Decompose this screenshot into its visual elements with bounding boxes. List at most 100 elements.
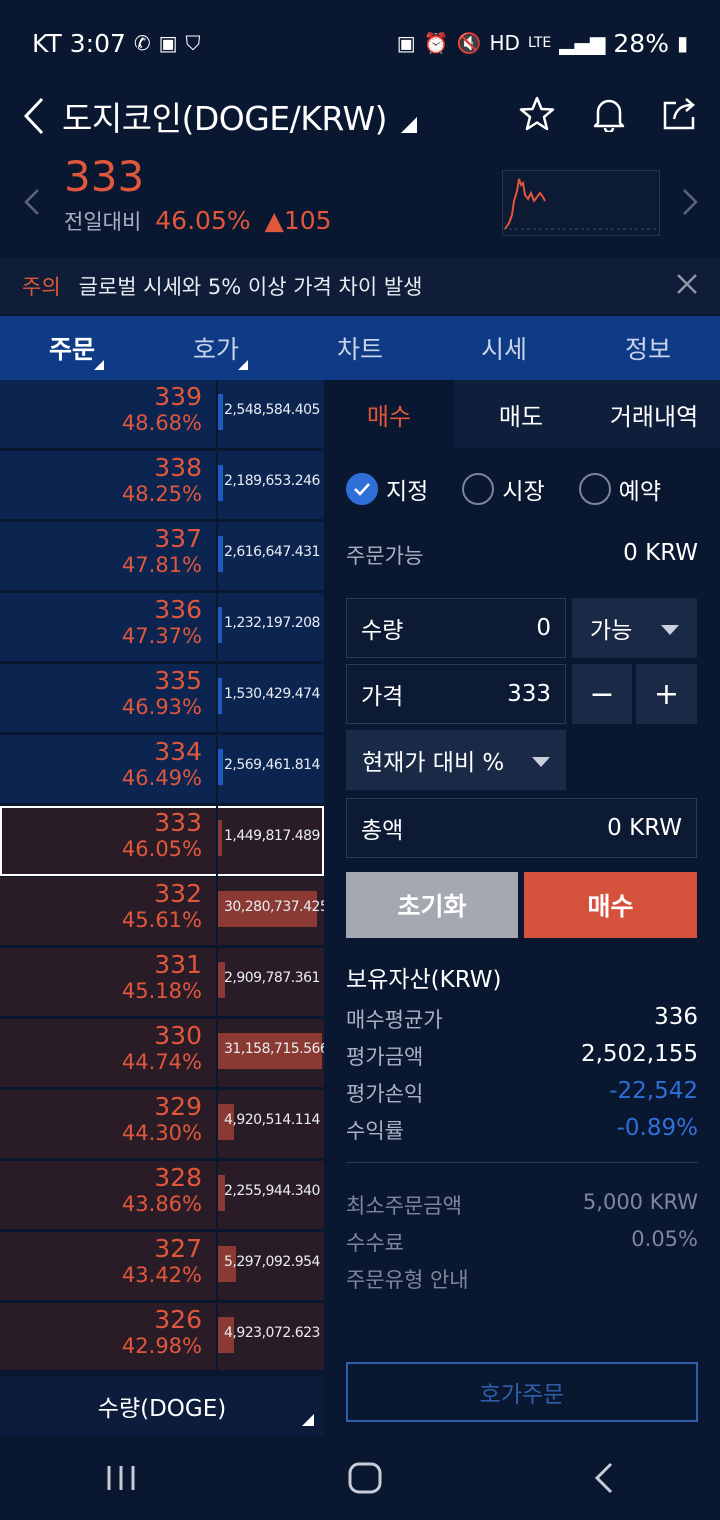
orderbook-qty-cell[interactable]: 4,920,514.114 bbox=[216, 1090, 324, 1160]
orderbook-price-cell[interactable]: 329 44.30% bbox=[0, 1090, 214, 1160]
quantity-unit-selector[interactable]: 수량(DOGE) bbox=[0, 1376, 324, 1436]
alarm-icon: ⏰ bbox=[423, 31, 449, 55]
orderbook-price-cell[interactable]: 338 48.25% bbox=[0, 451, 214, 521]
orderbook-price-cell[interactable]: 330 44.74% bbox=[0, 1019, 214, 1089]
orderbook-price-cell[interactable]: 327 43.42% bbox=[0, 1232, 214, 1302]
orderbook-row[interactable]: 330 44.74% 31,158,715.566 bbox=[0, 1019, 324, 1089]
orderbook-price-cell[interactable]: 326 42.98% bbox=[0, 1303, 214, 1370]
title-dropdown-icon[interactable] bbox=[400, 117, 417, 133]
orderbook-qty-cell[interactable]: 4,923,072.623 bbox=[216, 1303, 324, 1370]
eval-pl-row: 평가손익 -22,542 bbox=[346, 1078, 698, 1108]
orderbook-price-cell[interactable]: 333 46.05% bbox=[0, 806, 214, 876]
price-field[interactable]: 가격 333 bbox=[346, 664, 566, 724]
orderbook-price-cell[interactable]: 336 47.37% bbox=[0, 593, 214, 663]
price-minus-button[interactable]: − bbox=[572, 664, 632, 724]
orderbook-qty-cell[interactable]: 2,909,787.361 bbox=[216, 948, 324, 1018]
orderbook-row[interactable]: 328 43.86% 2,255,944.340 bbox=[0, 1161, 324, 1231]
fee-value: 0.05% bbox=[631, 1227, 698, 1251]
hoga-order-button[interactable]: 호가주문 bbox=[346, 1362, 698, 1422]
orderbook-row[interactable]: 331 45.18% 2,909,787.361 bbox=[0, 948, 324, 1018]
price-summary: 333 전일대비 46.05% ▲105 bbox=[0, 150, 720, 250]
orderbook-price-cell[interactable]: 335 46.93% bbox=[0, 664, 214, 734]
orderbook-qty-cell[interactable]: 5,297,092.954 bbox=[216, 1232, 324, 1302]
orderbook-price-cell[interactable]: 334 46.49% bbox=[0, 735, 214, 805]
tab-chart[interactable]: 차트 bbox=[288, 316, 432, 380]
orderbook-price-cell[interactable]: 337 47.81% bbox=[0, 522, 214, 592]
tab-orderbook[interactable]: 호가 bbox=[144, 316, 288, 380]
order-side-tabs: 매수 매도 거래내역 bbox=[324, 380, 720, 448]
price-plus-button[interactable]: + bbox=[636, 664, 697, 724]
holdings-title: 보유자산(KRW) bbox=[346, 967, 502, 993]
orderbook-price-cell[interactable]: 331 45.18% bbox=[0, 948, 214, 1018]
orderbook-qty: 1,232,197.208 bbox=[224, 615, 320, 631]
main-tabs: 주문 호가 차트 시세 정보 bbox=[0, 316, 720, 380]
buy-button[interactable]: 매수 bbox=[524, 872, 697, 938]
back-arrow-icon[interactable] bbox=[22, 96, 52, 136]
percent-select[interactable]: 현재가 대비 % bbox=[346, 730, 566, 790]
orderbook-row[interactable]: 337 47.81% 2,616,647.431 bbox=[0, 522, 324, 592]
order-book: 339 48.68% 2,548,584.405 338 48.25% 2,189,653… bbox=[0, 380, 324, 1370]
app-header: 도지코인(DOGE/KRW) bbox=[0, 86, 720, 146]
coin-title[interactable]: 도지코인(DOGE/KRW) bbox=[62, 92, 387, 140]
divider bbox=[346, 1162, 698, 1163]
orderbook-qty-cell[interactable]: 31,158,715.566 bbox=[216, 1019, 324, 1089]
order-type-guide-link[interactable]: 주문유형 안내 bbox=[346, 1264, 469, 1294]
tab-sell[interactable]: 매도 bbox=[454, 380, 588, 448]
orderbook-qty-cell[interactable]: 1,232,197.208 bbox=[216, 593, 324, 663]
orderbook-qty-cell[interactable]: 2,255,944.340 bbox=[216, 1161, 324, 1231]
orderbook-row[interactable]: 334 46.49% 2,569,461.814 bbox=[0, 735, 324, 805]
orderbook-qty-cell[interactable]: 2,548,584.405 bbox=[216, 380, 324, 450]
home-icon[interactable] bbox=[348, 1462, 382, 1498]
share-icon[interactable] bbox=[662, 97, 698, 135]
orderbook-price-cell[interactable]: 328 43.86% bbox=[0, 1161, 214, 1231]
orderbook-row[interactable]: 333 46.05% 1,449,817.489 bbox=[0, 806, 324, 876]
tab-history[interactable]: 거래내역 bbox=[588, 380, 720, 448]
tab-info[interactable]: 정보 bbox=[576, 316, 720, 380]
next-coin-icon[interactable] bbox=[682, 188, 698, 220]
orderbook-qty-bar bbox=[218, 536, 223, 572]
reset-button[interactable]: 초기화 bbox=[346, 872, 518, 938]
order-type-options: 지정 시장 예약 bbox=[346, 472, 661, 506]
orderbook-qty-cell[interactable]: 2,569,461.814 bbox=[216, 735, 324, 805]
orderbook-change-pct: 43.86% bbox=[121, 1192, 202, 1216]
recent-apps-icon[interactable] bbox=[106, 1464, 136, 1496]
total-field[interactable]: 총액 0 KRW bbox=[346, 798, 697, 858]
quantity-value: 0 bbox=[536, 615, 551, 641]
eval-amount-value: 2,502,155 bbox=[580, 1041, 698, 1067]
price-label: 가격 bbox=[361, 684, 404, 710]
favorite-star-icon[interactable] bbox=[518, 96, 556, 136]
orderbook-row[interactable]: 327 43.42% 5,297,092.954 bbox=[0, 1232, 324, 1302]
quantity-field[interactable]: 수량 0 bbox=[346, 598, 566, 658]
orderbook-row[interactable]: 338 48.25% 2,189,653.246 bbox=[0, 451, 324, 521]
orderbook-row[interactable]: 329 44.30% 4,920,514.114 bbox=[0, 1090, 324, 1160]
radio-reserve[interactable]: 예약 bbox=[578, 472, 661, 506]
orderbook-row[interactable]: 332 45.61% 30,280,737.425 bbox=[0, 877, 324, 947]
tab-order[interactable]: 주문 bbox=[0, 316, 144, 380]
order-type-guide-row[interactable]: 주문유형 안내 bbox=[346, 1264, 698, 1294]
radio-limit[interactable]: 지정 bbox=[346, 472, 428, 506]
orderbook-row[interactable]: 336 47.37% 1,232,197.208 bbox=[0, 593, 324, 663]
tab-market[interactable]: 시세 bbox=[432, 316, 576, 380]
mini-price-chart[interactable] bbox=[502, 170, 660, 236]
prev-coin-icon[interactable] bbox=[24, 188, 40, 220]
orderbook-change-pct: 46.49% bbox=[121, 766, 202, 790]
orderbook-qty-cell[interactable]: 2,616,647.431 bbox=[216, 522, 324, 592]
quantity-preset-select[interactable]: 가능 bbox=[572, 598, 697, 658]
orderbook-qty-cell[interactable]: 1,530,429.474 bbox=[216, 664, 324, 734]
radio-market[interactable]: 시장 bbox=[462, 472, 545, 506]
bell-icon[interactable] bbox=[592, 96, 626, 136]
orderbook-price-cell[interactable]: 332 45.61% bbox=[0, 877, 214, 947]
orderbook-change-pct: 42.98% bbox=[121, 1334, 202, 1358]
orderbook-qty-cell[interactable]: 30,280,737.425 bbox=[216, 877, 324, 947]
tab-buy[interactable]: 매수 bbox=[324, 380, 454, 448]
orderbook-price-cell[interactable]: 339 48.68% bbox=[0, 380, 214, 450]
nav-back-icon[interactable] bbox=[594, 1462, 614, 1498]
orderbook-qty-cell[interactable]: 2,189,653.246 bbox=[216, 451, 324, 521]
orderbook-row[interactable]: 339 48.68% 2,548,584.405 bbox=[0, 380, 324, 450]
close-icon[interactable] bbox=[676, 273, 698, 300]
chevron-down-icon bbox=[661, 615, 679, 641]
orderbook-qty-cell[interactable]: 1,449,817.489 bbox=[216, 806, 324, 876]
notice-text: 글로벌 시세와 5% 이상 가격 차이 발생 bbox=[78, 275, 423, 299]
orderbook-row[interactable]: 326 42.98% 4,923,072.623 bbox=[0, 1303, 324, 1370]
orderbook-row[interactable]: 335 46.93% 1,530,429.474 bbox=[0, 664, 324, 734]
